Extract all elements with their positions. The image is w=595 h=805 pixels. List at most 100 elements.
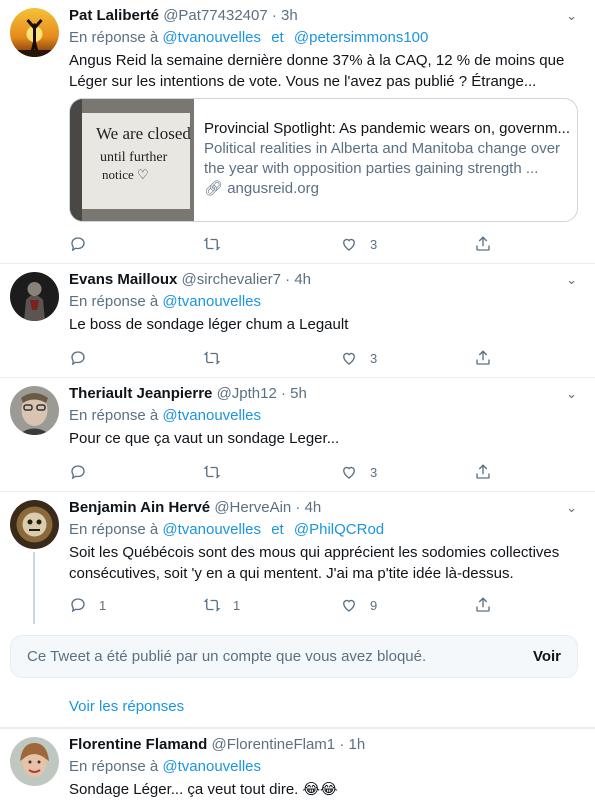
tweet-actions: 3	[69, 234, 509, 254]
like-icon	[343, 352, 355, 365]
display-name[interactable]: Florentine Flamand	[69, 736, 207, 753]
share-button[interactable]	[474, 234, 504, 254]
card-thumbnail: We are closed until further notice ♡	[70, 99, 194, 221]
tweet-text: Soit les Québécois sont des mous qui app…	[69, 544, 560, 582]
reply-button[interactable]: 1	[69, 595, 106, 615]
user-handle[interactable]: @FlorentineFlam1	[212, 736, 336, 753]
separator-dot: ·	[281, 385, 286, 402]
retweet-button[interactable]: 1	[203, 595, 240, 615]
reply-button[interactable]	[69, 348, 99, 368]
display-name[interactable]: Benjamin Ain Hervé	[69, 499, 210, 516]
avatar[interactable]	[10, 500, 59, 549]
retweet-icon	[203, 465, 221, 479]
tweet-text: Le boss de sondage léger chum a Legault	[69, 316, 349, 333]
avatar[interactable]	[10, 386, 59, 435]
like-button[interactable]: 3	[340, 462, 377, 482]
card-text: Provincial Spotlight: As pandemic wears …	[204, 119, 570, 199]
card-image-line: until further	[100, 150, 168, 165]
reply-prefix: En réponse à	[69, 293, 159, 310]
user-handle[interactable]: @sirchevalier7	[182, 271, 281, 288]
like-count: 3	[370, 350, 378, 366]
tweet-text: Sondage Léger... ça veut tout dire. 😂😂	[69, 781, 338, 798]
mention-link[interactable]: @tvanouvelles	[162, 293, 261, 310]
retweet-icon	[203, 237, 221, 251]
separator-dot: ·	[295, 499, 301, 516]
chevron-down-icon[interactable]: ⌄	[566, 8, 577, 24]
tweet-actions: 3	[69, 348, 509, 368]
share-button[interactable]	[474, 595, 504, 615]
card-domain: angusreid.org	[227, 180, 319, 197]
tweet[interactable]: Pat Laliberté @Pat77432407 · 3h ⌄ En rép…	[0, 0, 595, 264]
reply-prefix: En réponse à	[69, 521, 159, 538]
retweet-icon	[203, 351, 221, 365]
like-button[interactable]: 3	[340, 348, 377, 368]
mention-link[interactable]: @PhilQCRod	[294, 521, 384, 538]
avatar[interactable]	[10, 737, 59, 786]
retweet-button[interactable]	[203, 348, 233, 368]
share-button[interactable]	[474, 348, 504, 368]
chevron-down-icon[interactable]: ⌄	[566, 386, 577, 402]
reply-button[interactable]	[69, 234, 99, 254]
retweet-button[interactable]	[203, 462, 233, 482]
display-name[interactable]: Pat Laliberté	[69, 7, 159, 24]
mention-link[interactable]: @petersimmons100	[294, 29, 428, 46]
tweet-actions: 1 1 9	[69, 595, 509, 615]
share-icon	[476, 236, 490, 251]
tweet[interactable]: Evans Mailloux @sirchevalier7 · 4h ⌄ En …	[0, 264, 595, 378]
mention-link[interactable]: @tvanouvelles	[162, 407, 261, 424]
avatar[interactable]	[10, 8, 59, 57]
tweet-header: Florentine Flamand @FlorentineFlam1 · 1h	[69, 735, 365, 755]
separator-dot: ·	[339, 736, 345, 753]
tweet[interactable]: Benjamin Ain Hervé @HerveAin · 4h ⌄ En r…	[0, 492, 595, 728]
display-name[interactable]: Theriault Jeanpierre	[69, 385, 212, 402]
like-button[interactable]: 9	[340, 595, 377, 615]
mention-link[interactable]: @tvanouvelles	[162, 29, 261, 46]
show-replies-link[interactable]: Voir les réponses	[69, 698, 184, 715]
tweet-header: Evans Mailloux @sirchevalier7 · 4h	[69, 270, 311, 290]
user-handle[interactable]: @Jpth12	[217, 385, 277, 402]
share-button[interactable]	[474, 462, 504, 482]
avatar[interactable]	[10, 272, 59, 321]
blocked-tweet-notice: Ce Tweet a été publié par un compte que …	[10, 635, 578, 678]
separator-dot: ·	[271, 7, 277, 24]
chevron-down-icon[interactable]: ⌄	[566, 500, 577, 516]
reply-button[interactable]	[69, 462, 99, 482]
timestamp[interactable]: 3h	[281, 7, 298, 24]
timestamp[interactable]: 1h	[348, 736, 365, 753]
tweet-actions: 3	[69, 462, 509, 482]
chevron-down-icon[interactable]: ⌄	[566, 272, 577, 288]
tweet-header: Benjamin Ain Hervé @HerveAin · 4h	[69, 498, 321, 518]
timestamp[interactable]: 4h	[294, 271, 311, 288]
card-image-line: We are closed	[96, 124, 191, 143]
user-handle[interactable]: @Pat77432407	[163, 7, 267, 24]
mention-link[interactable]: @tvanouvelles	[162, 758, 261, 775]
thread-connector	[33, 552, 35, 624]
reply-joiner: et	[271, 521, 284, 538]
tweet-text: Pour ce que ça vaut un sondage Leger...	[69, 430, 340, 447]
like-button[interactable]: 3	[340, 234, 377, 254]
reply-context: En réponse à @tvanouvelles	[69, 406, 261, 426]
reply-icon	[71, 237, 85, 252]
retweet-button[interactable]	[203, 234, 233, 254]
mention-link[interactable]: @tvanouvelles	[162, 521, 261, 538]
like-count: 3	[370, 464, 378, 480]
timestamp[interactable]: 4h	[305, 499, 322, 516]
card-image-line: notice ♡	[102, 167, 149, 182]
tweet[interactable]: Theriault Jeanpierre @Jpth12 · 5h ⌄ En r…	[0, 378, 595, 492]
like-icon	[343, 599, 355, 612]
share-icon	[476, 464, 490, 479]
timestamp[interactable]: 5h	[290, 385, 307, 402]
view-blocked-button[interactable]: Voir	[533, 648, 561, 665]
share-icon	[476, 350, 490, 365]
share-icon	[476, 597, 490, 612]
link-card[interactable]: We are closed until further notice ♡ Provi…	[69, 98, 578, 222]
user-handle[interactable]: @HerveAin	[214, 499, 291, 516]
tweet[interactable]: Florentine Flamand @FlorentineFlam1 · 1h…	[0, 728, 595, 805]
like-count: 9	[370, 597, 378, 613]
tweet-text: Angus Reid la semaine dernière donne 37%…	[69, 52, 565, 90]
retweet-count: 1	[233, 597, 241, 613]
reply-count: 1	[99, 597, 107, 613]
display-name[interactable]: Evans Mailloux	[69, 271, 177, 288]
reply-joiner: et	[271, 29, 284, 46]
card-title: Provincial Spotlight: As pandemic wears …	[204, 120, 570, 137]
